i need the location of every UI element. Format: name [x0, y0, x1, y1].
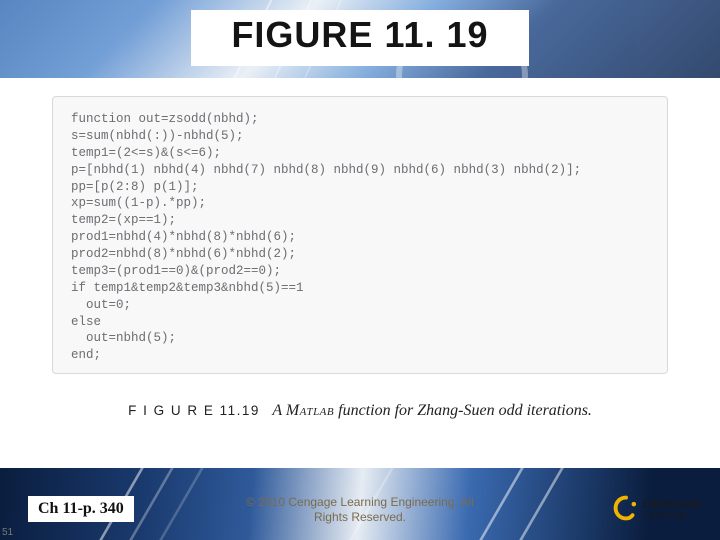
title-area: FIGURE 11. 19	[0, 10, 720, 66]
caption-text: A Matlab function for Zhang-Suen odd ite…	[272, 402, 592, 419]
cengage-logo-text: CENGAGE Learning	[643, 500, 702, 521]
slide-title: FIGURE 11. 19	[191, 10, 528, 66]
slide-number: 51	[2, 527, 13, 538]
code-listing-box: function out=zsodd(nbhd); s=sum(nbhd(:))…	[52, 96, 668, 374]
code-listing: function out=zsodd(nbhd); s=sum(nbhd(:))…	[71, 111, 649, 364]
cengage-logo: CENGAGE Learning	[613, 495, 702, 526]
cengage-logo-icon	[613, 495, 639, 526]
caption-label: F I G U R E 11.19	[128, 403, 260, 418]
figure-caption: F I G U R E 11.19 A Matlab function for …	[0, 402, 720, 420]
